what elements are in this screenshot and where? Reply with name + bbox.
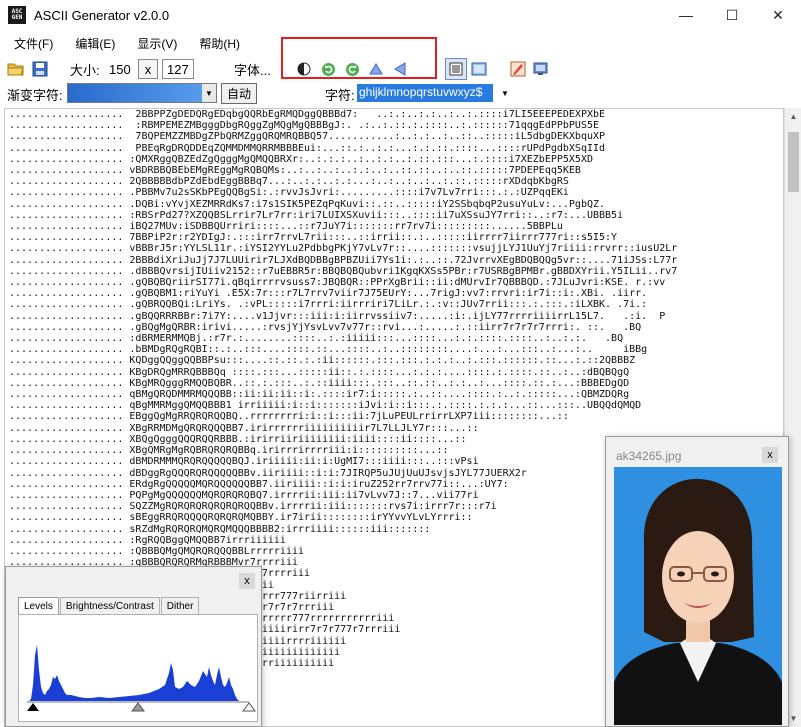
histogram-area (29, 645, 239, 701)
scroll-up-icon[interactable]: ▲ (785, 108, 801, 125)
width-input[interactable]: 150 (104, 59, 136, 79)
menu-help[interactable]: 帮助(H) (199, 35, 240, 52)
maximize-button[interactable]: ☐ (709, 0, 755, 30)
minimize-button[interactable]: — (663, 0, 709, 30)
logo-bottom-text: GEN (11, 14, 23, 21)
text-view-icon[interactable] (445, 58, 467, 80)
tab-dither[interactable]: Dither (160, 597, 200, 615)
preview-title: ak34265.jpg (616, 449, 682, 463)
app-logo-icon: ASC GEN (8, 6, 26, 24)
portrait-photo (614, 467, 782, 725)
right-eye (711, 571, 719, 577)
preview-window-icon[interactable] (531, 59, 551, 79)
gradient-dropdown[interactable]: ▼ (67, 83, 217, 103)
levels-window: x Levels Brightness/Contrast Dither (5, 566, 262, 727)
chars-dropdown[interactable]: ghijklmnopqrstuvwxyz$ ▼ (357, 83, 512, 103)
tab-brightness-contrast[interactable]: Brightness/Contrast (59, 597, 160, 615)
scroll-thumb[interactable] (788, 132, 799, 192)
levels-panel (18, 614, 258, 722)
menu-file[interactable]: 文件(F) (14, 35, 53, 52)
close-icon[interactable]: x (239, 573, 255, 589)
title-bar: ASC GEN ASCII Generator v2.0.0 — ☐ ✕ (0, 0, 801, 30)
tab-levels[interactable]: Levels (18, 597, 59, 615)
image-view-icon[interactable] (469, 59, 489, 79)
font-button[interactable]: 字体... (234, 60, 271, 78)
black-point-slider[interactable] (27, 703, 39, 711)
colour-icon[interactable] (508, 59, 528, 79)
lock-ratio-button[interactable]: x (138, 59, 158, 79)
auto-button[interactable]: 自动 (221, 83, 257, 104)
window-title: ASCII Generator v2.0.0 (34, 7, 170, 23)
preview-window: ak34265.jpg x (605, 436, 789, 727)
save-icon[interactable] (30, 59, 50, 79)
chars-value[interactable]: ghijklmnopqrstuvwxyz$ (357, 84, 493, 102)
face (662, 531, 734, 623)
left-eye (677, 571, 685, 577)
close-icon[interactable]: x (762, 447, 778, 463)
chars-label: 字符: (325, 87, 355, 103)
gradient-label: 渐变字符: (7, 87, 63, 103)
close-button[interactable]: ✕ (755, 0, 801, 30)
histogram (27, 645, 256, 712)
folder-open-icon[interactable] (6, 59, 26, 79)
menu-edit[interactable]: 编辑(E) (75, 35, 115, 52)
chevron-down-icon[interactable]: ▼ (202, 84, 216, 102)
highlight-box (281, 37, 437, 79)
white-point-slider[interactable] (242, 702, 256, 712)
midpoint-slider[interactable] (131, 702, 145, 712)
height-input[interactable]: 127 (162, 59, 194, 79)
chevron-down-icon[interactable]: ▼ (498, 85, 512, 101)
size-label: 大小: (70, 62, 100, 78)
menu-view[interactable]: 显示(V) (137, 35, 177, 52)
